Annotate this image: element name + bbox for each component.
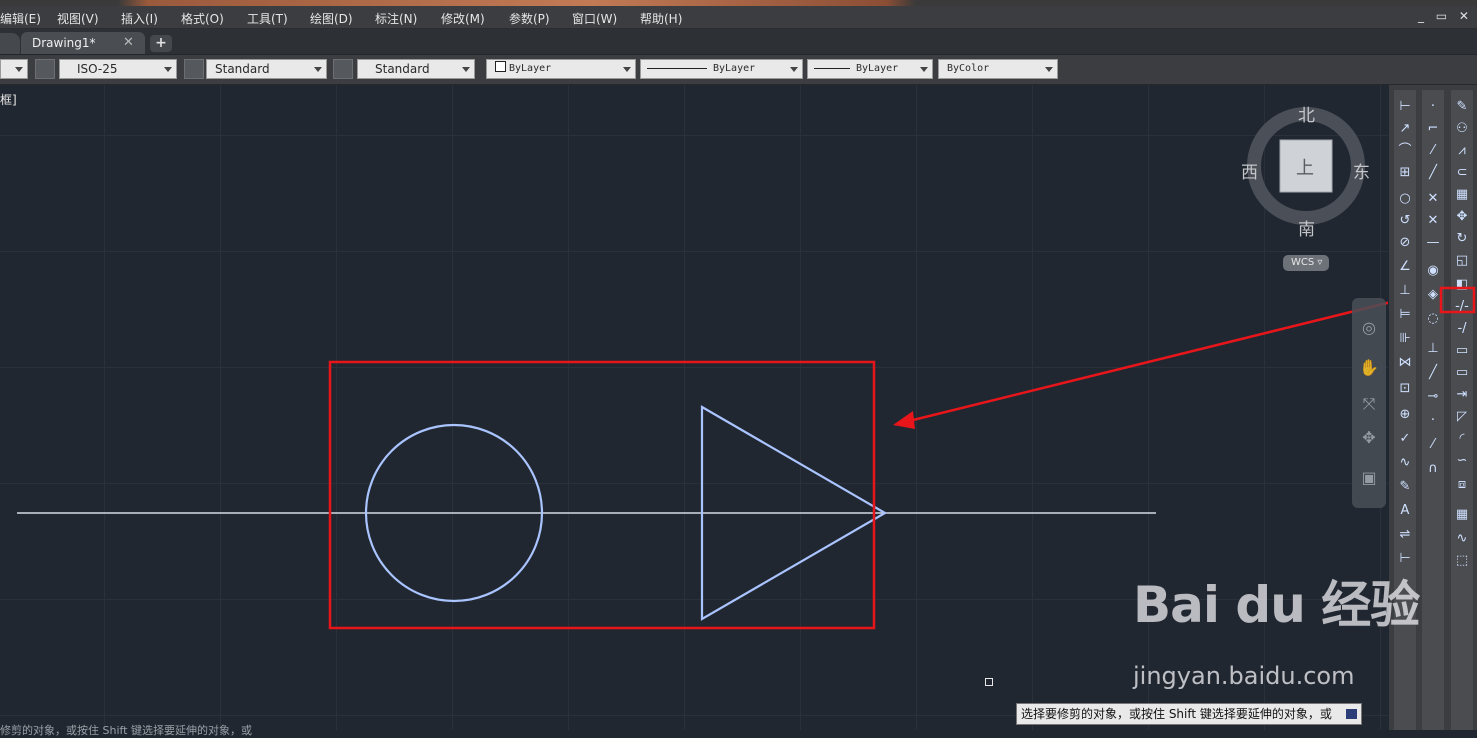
menu-modify[interactable]: 修改(M) bbox=[441, 10, 485, 27]
compass-east[interactable]: 东 bbox=[1353, 158, 1370, 183]
tab-label: Drawing1* bbox=[32, 36, 96, 50]
navigation-bar: ◎ ✋ ⤧ ✥ ▣ bbox=[1352, 298, 1386, 508]
orbit-icon[interactable]: ✥ bbox=[1359, 428, 1379, 448]
compass-north[interactable]: 北 bbox=[1298, 101, 1315, 126]
text-style-select[interactable]: Standard bbox=[206, 59, 327, 79]
previous-combo[interactable] bbox=[0, 59, 28, 79]
command-prompt-tooltip: 选择要修剪的对象，或按住 Shift 键选择要延伸的对象，或 bbox=[1016, 703, 1362, 725]
watermark-brand: Bai du 经验 bbox=[1133, 576, 1420, 634]
color-value: ByLayer bbox=[509, 63, 552, 74]
lineweight-preview bbox=[814, 67, 850, 69]
viewcube-top-face[interactable]: 上 bbox=[1296, 154, 1314, 180]
trim-highlight-box bbox=[1439, 286, 1476, 314]
table-style-select[interactable]: Standard bbox=[357, 59, 475, 79]
plot-style-value: ByColor bbox=[947, 63, 990, 74]
new-tab-button[interactable]: + bbox=[150, 35, 172, 52]
window-controls[interactable]: _ ▭ ✕ bbox=[1418, 9, 1473, 23]
menu-draw[interactable]: 绘图(D) bbox=[310, 10, 353, 27]
menu-insert[interactable]: 插入(I) bbox=[121, 10, 158, 27]
menu-window[interactable]: 窗口(W) bbox=[572, 10, 617, 27]
table-style-value: Standard bbox=[375, 62, 430, 76]
lineweight-select[interactable]: ByLayer bbox=[807, 59, 933, 79]
menu-view[interactable]: 视图(V) bbox=[57, 10, 99, 27]
dim-style-icon[interactable] bbox=[35, 59, 55, 79]
menu-tools[interactable]: 工具(T) bbox=[247, 10, 288, 27]
text-style-icon[interactable] bbox=[184, 59, 204, 79]
pan-hand-icon[interactable]: ✋ bbox=[1359, 358, 1379, 378]
dim-style-value: ISO-25 bbox=[77, 62, 118, 76]
command-prompt-text: 选择要修剪的对象，或按住 Shift 键选择要延伸的对象，或 bbox=[1021, 707, 1332, 721]
close-icon[interactable]: ✕ bbox=[123, 35, 134, 50]
menu-bar: 编辑(E) 视图(V) 插入(I) 格式(O) 工具(T) 绘图(D) 标注(N… bbox=[0, 6, 1477, 29]
linetype-preview bbox=[647, 67, 707, 69]
color-select[interactable]: ByLayer bbox=[486, 59, 636, 79]
tab-start[interactable] bbox=[0, 33, 20, 54]
highlight-box bbox=[328, 360, 876, 630]
compass-west[interactable]: 西 bbox=[1241, 158, 1258, 183]
plot-style-select[interactable]: ByColor bbox=[938, 59, 1058, 79]
menu-format[interactable]: 格式(O) bbox=[181, 10, 224, 27]
linetype-value: ByLayer bbox=[713, 63, 756, 74]
pickbox-cursor bbox=[985, 678, 993, 686]
linetype-select[interactable]: ByLayer bbox=[640, 59, 803, 79]
viewcube[interactable]: 北 南 东 西 上 WCS ▿ bbox=[1240, 100, 1372, 272]
steering-wheel-icon[interactable]: ◎ bbox=[1359, 318, 1379, 338]
zoom-icon[interactable]: ⤧ bbox=[1359, 394, 1379, 414]
menu-help[interactable]: 帮助(H) bbox=[640, 10, 682, 27]
annotation-arrow-head bbox=[893, 411, 915, 429]
compass-south[interactable]: 南 bbox=[1298, 215, 1315, 240]
watermark-url: jingyan.baidu.com bbox=[1133, 662, 1355, 690]
wcs-menu[interactable]: WCS ▿ bbox=[1283, 255, 1329, 271]
properties-toolbar: ISO-25 Standard Standard ByLayer ByLayer… bbox=[0, 55, 1477, 85]
annotation-arrow-line bbox=[904, 301, 1388, 424]
menu-parametric[interactable]: 参数(P) bbox=[509, 10, 550, 27]
menu-dimension[interactable]: 标注(N) bbox=[375, 10, 417, 27]
color-swatch bbox=[495, 61, 506, 72]
dim-style-select[interactable]: ISO-25 bbox=[59, 59, 177, 79]
command-history-line: 修剪的对象，或按住 Shift 键选择要延伸的对象，或 bbox=[0, 724, 252, 737]
file-tab-bar: Drawing1* ✕ + bbox=[0, 29, 1477, 54]
showmotion-icon[interactable]: ▣ bbox=[1359, 468, 1379, 488]
lineweight-value: ByLayer bbox=[856, 63, 899, 74]
text-style-value: Standard bbox=[215, 62, 270, 76]
expand-icon[interactable] bbox=[1346, 709, 1357, 719]
baidu-watermark: Bai du 经验 jingyan.baidu.com bbox=[1133, 565, 1420, 695]
menu-edit[interactable]: 编辑(E) bbox=[0, 10, 41, 27]
tab-drawing1[interactable]: Drawing1* ✕ bbox=[21, 32, 145, 54]
table-style-icon[interactable] bbox=[333, 59, 353, 79]
